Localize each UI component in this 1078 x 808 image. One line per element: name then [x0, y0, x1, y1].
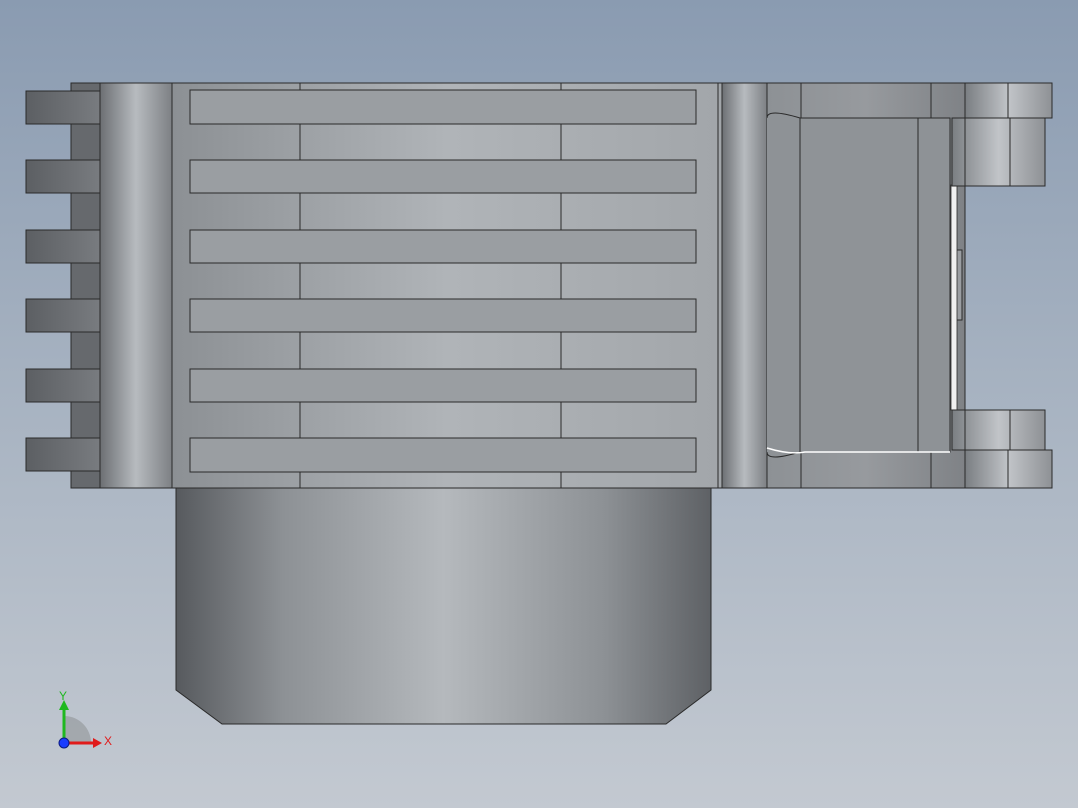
main-body: [171, 82, 723, 489]
cad-model-view[interactable]: Y X: [0, 0, 1078, 808]
y-axis-label: Y: [59, 689, 67, 703]
coordinate-triad[interactable]: Y X: [58, 689, 112, 749]
right-flange: [717, 82, 768, 489]
lower-cylinder-housing: [175, 486, 712, 725]
motor-housing: [766, 82, 966, 489]
left-bolt-stubs: [25, 82, 105, 489]
pipe-connectors: [951, 82, 1053, 489]
x-axis-arrowhead-icon: [93, 738, 102, 748]
cad-graphics-viewport[interactable]: Y X: [0, 0, 1078, 808]
z-axis-origin-icon: [58, 737, 70, 749]
x-axis-label: X: [104, 734, 112, 748]
left-flange: [99, 82, 173, 489]
triad-sector-icon: [64, 716, 91, 743]
